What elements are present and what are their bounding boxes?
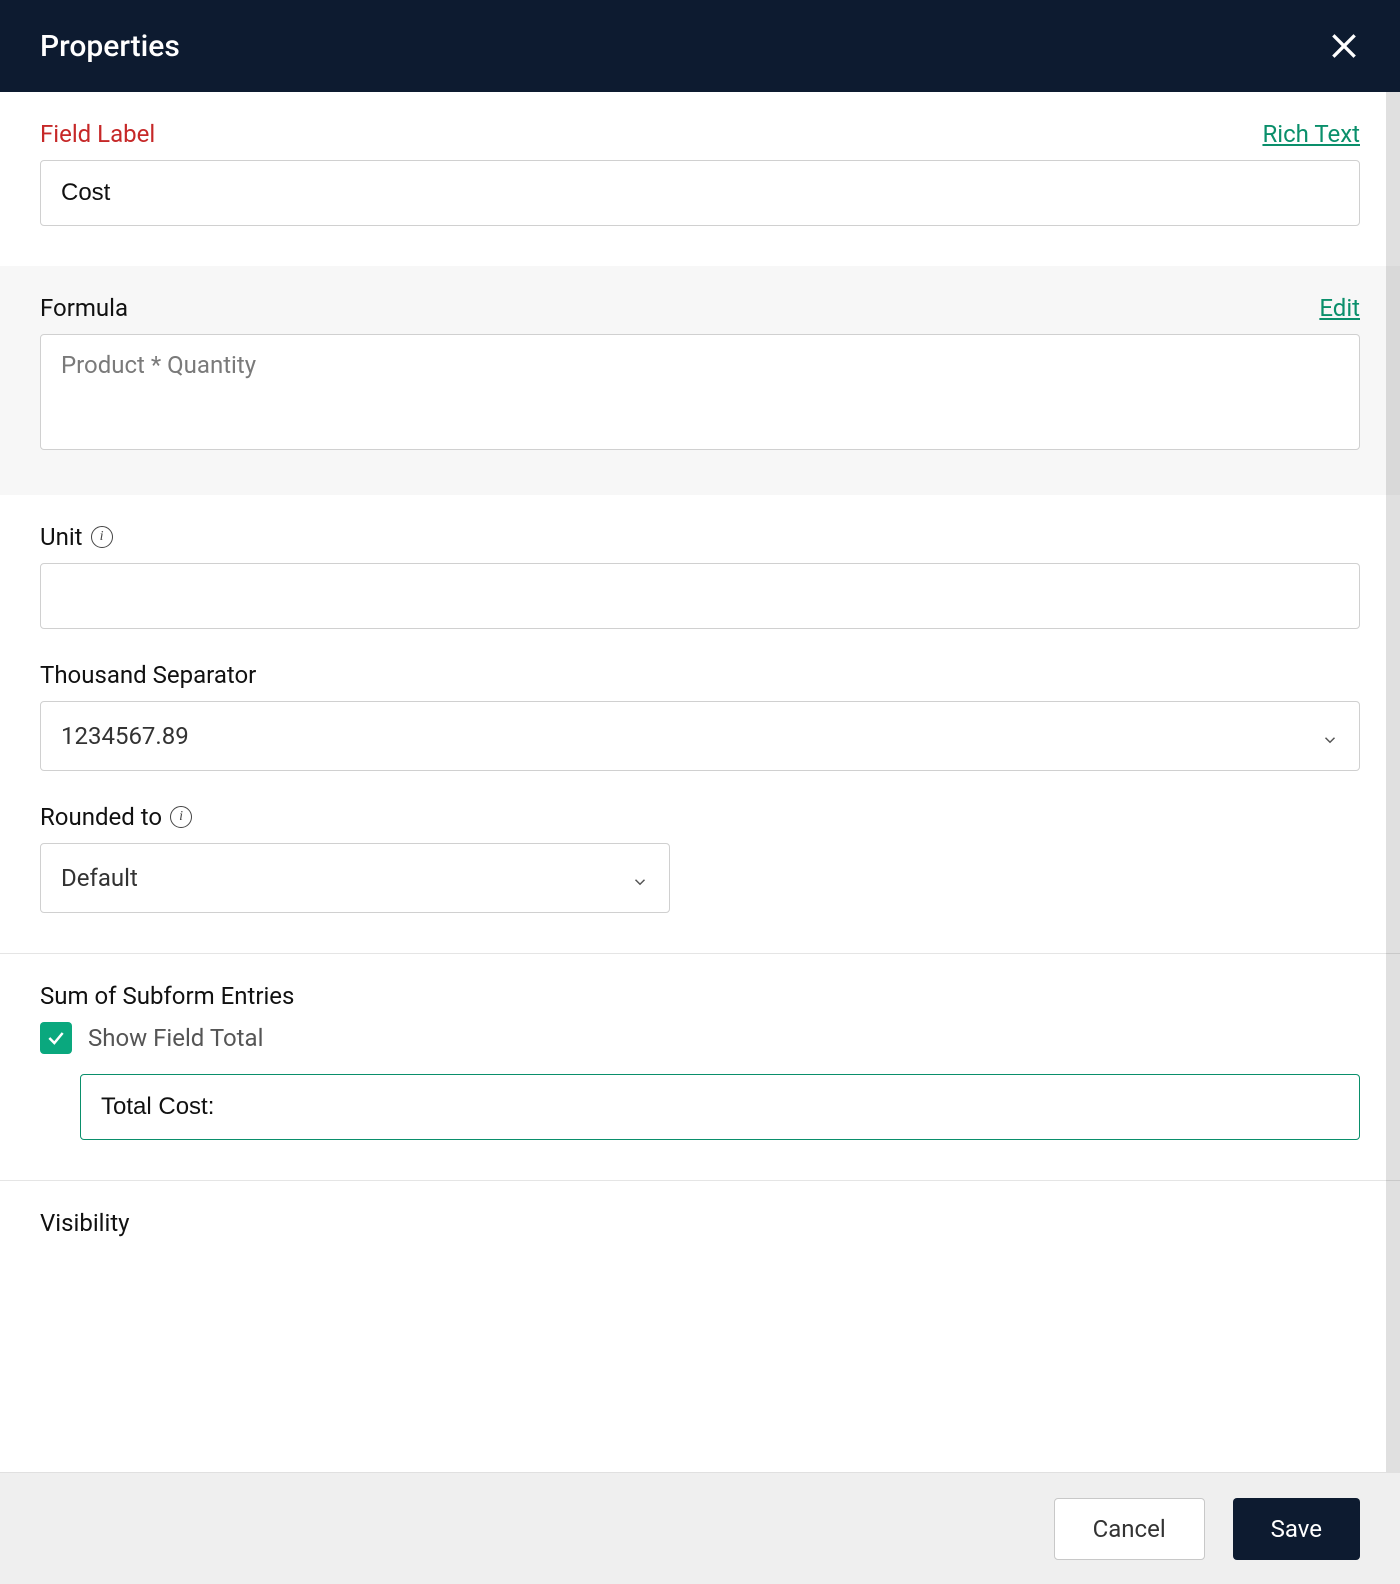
field-label-label: Field Label (40, 120, 155, 148)
info-icon[interactable]: i (170, 806, 192, 828)
thousand-separator-label: Thousand Separator (40, 661, 256, 689)
cancel-button[interactable]: Cancel (1054, 1498, 1205, 1560)
section-formula: Formula Edit Product * Quantity (0, 266, 1400, 495)
total-label-input[interactable] (80, 1074, 1360, 1140)
rounded-to-value: Default (61, 864, 138, 892)
rounded-to-select[interactable]: Default (40, 843, 670, 913)
rich-text-link[interactable]: Rich Text (1262, 120, 1360, 148)
close-button[interactable] (1324, 26, 1364, 66)
formula-edit-link[interactable]: Edit (1319, 294, 1360, 322)
panel-title: Properties (40, 29, 180, 64)
info-icon[interactable]: i (91, 526, 113, 548)
save-button[interactable]: Save (1233, 1498, 1360, 1560)
section-visibility: Visibility (0, 1180, 1400, 1237)
show-field-total-checkbox[interactable] (40, 1022, 72, 1054)
panel-footer: Cancel Save (0, 1472, 1400, 1584)
show-field-total-label: Show Field Total (88, 1024, 263, 1052)
chevron-down-icon (1321, 727, 1339, 745)
unit-input[interactable] (40, 563, 1360, 629)
rounded-to-label: Rounded to i (40, 803, 192, 831)
formula-label: Formula (40, 294, 128, 322)
chevron-down-icon (631, 869, 649, 887)
panel-content: Field Label Rich Text Formula Edit Produ… (0, 92, 1400, 1472)
check-icon (46, 1028, 66, 1048)
rounded-to-label-text: Rounded to (40, 803, 162, 831)
section-sum-subform: Sum of Subform Entries Show Field Total (0, 953, 1400, 1180)
thousand-separator-value: 1234567.89 (61, 722, 189, 750)
field-label-input[interactable] (40, 160, 1360, 226)
sum-subform-label: Sum of Subform Entries (40, 982, 294, 1010)
panel-header: Properties (0, 0, 1400, 92)
visibility-label: Visibility (40, 1209, 1360, 1237)
thousand-separator-select[interactable]: 1234567.89 (40, 701, 1360, 771)
formula-display[interactable]: Product * Quantity (40, 334, 1360, 450)
unit-label: Unit i (40, 523, 113, 551)
unit-label-text: Unit (40, 523, 83, 551)
section-number-format: Unit i Thousand Separator 1234567.89 (0, 495, 1400, 953)
section-field-label: Field Label Rich Text (0, 92, 1400, 266)
close-icon (1328, 30, 1360, 62)
